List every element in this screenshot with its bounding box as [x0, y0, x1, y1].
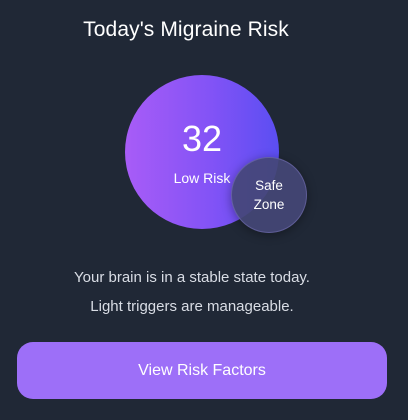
- safe-zone-badge: Safe Zone: [231, 157, 307, 233]
- view-risk-factors-button[interactable]: View Risk Factors: [17, 342, 387, 399]
- page-title: Today's Migraine Risk: [83, 18, 289, 41]
- risk-score-value: 32: [181, 118, 223, 159]
- status-message-line2: Light triggers are manageable.: [90, 298, 294, 315]
- zone-badge-line2: Zone: [253, 197, 285, 212]
- zone-badge-line1: Safe: [255, 178, 283, 193]
- status-message-line1: Your brain is in a stable state today.: [74, 269, 310, 286]
- migraine-risk-screen: Today's Migraine Risk 32 Low Risk Safe Z…: [0, 0, 408, 420]
- status-message: Your brain is in a stable state today. L…: [0, 263, 384, 321]
